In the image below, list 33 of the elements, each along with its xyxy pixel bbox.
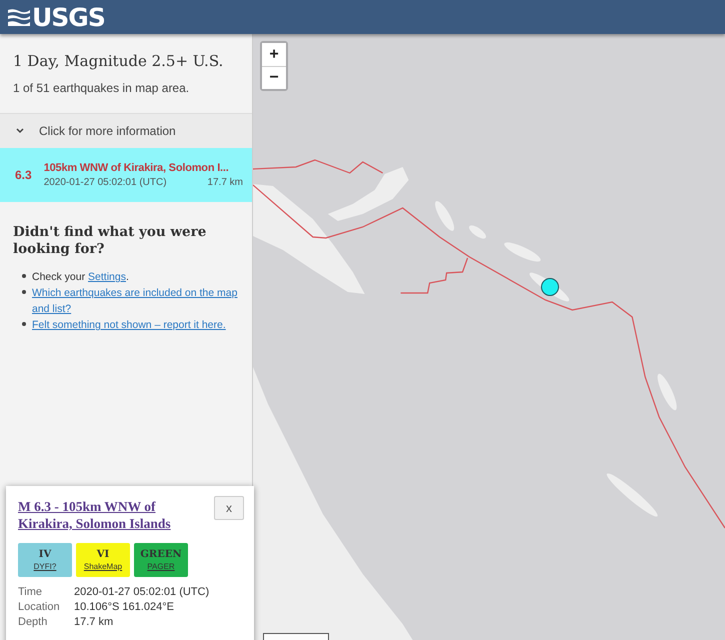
summary-badge[interactable]: VI ShakeMap	[76, 543, 130, 577]
event-row[interactable]: 6.3 105km WNW of Kirakira, Solomon I... 2020-01-27 05:02:01 (UTC) 17.7 km	[0, 148, 252, 202]
event-title-link[interactable]: M 6.3 - 105km WNW of Kirakira, Solomon Islands	[18, 498, 203, 532]
event-place: 105km WNW of Kirakira, Solomon I...	[44, 162, 230, 174]
panel-title: 1 Day, Magnitude 2.5+ U.S.	[13, 52, 224, 70]
detail-value: 17.7 km	[74, 616, 114, 628]
detail-label: Time	[18, 586, 44, 598]
bullet-icon	[22, 274, 26, 278]
detail-value: 2020-01-27 05:02:01 (UTC)	[74, 586, 210, 598]
logo-text[interactable]: USGS	[32, 2, 105, 32]
result-count: 1 of 51 earthquakes in map area.	[13, 81, 190, 95]
help-heading: Didn't find what you were looking for?	[13, 224, 208, 258]
detail-label: Location	[18, 601, 61, 613]
zoom-in-button[interactable]: +	[262, 43, 286, 66]
help-link[interactable]: Felt something not shown – report it here.	[32, 317, 226, 333]
event-time: 2020-01-27 05:02:01 (UTC)	[44, 177, 167, 188]
zoom-out-button[interactable]: −	[262, 66, 286, 89]
summary-badge[interactable]: GREEN PAGER	[134, 543, 188, 577]
waves-icon	[8, 8, 30, 26]
settings-link[interactable]: Settings	[88, 271, 126, 283]
detail-value: 10.106°S 161.024°E	[74, 601, 175, 613]
detail-label: Depth	[18, 616, 48, 628]
chevron-icon	[16, 128, 24, 134]
bullet-icon	[22, 290, 26, 294]
summary-badge[interactable]: IV DYFI?	[18, 543, 72, 577]
close-button[interactable]: x	[214, 496, 244, 520]
help-link[interactable]: Which earthquakes are included on the map and list?	[32, 285, 239, 317]
scale-bar	[263, 633, 329, 640]
help-sentence: Check your Settings.	[32, 270, 129, 285]
bullet-icon	[22, 322, 26, 326]
magnitude-label: 6.3	[15, 168, 32, 182]
info-toggle[interactable]: Click for more information	[0, 113, 252, 148]
event-depth: 17.7 km	[207, 177, 243, 188]
